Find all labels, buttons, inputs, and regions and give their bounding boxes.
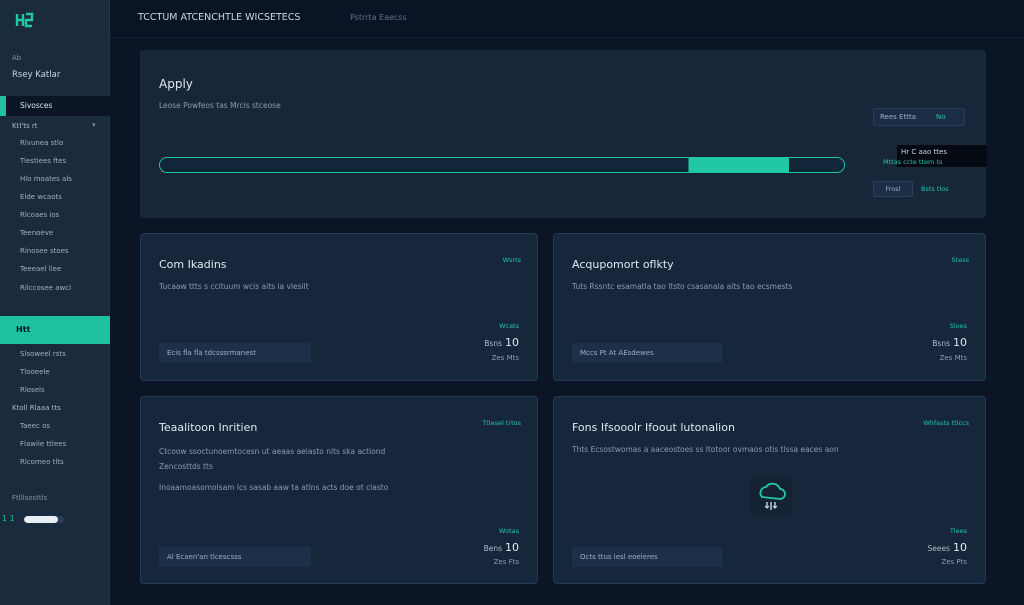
value-number: 10 <box>505 541 519 554</box>
card-small-label: Tlees <box>949 527 967 535</box>
sidebar-item[interactable]: Slsoweel rsts <box>20 350 66 358</box>
card-tag[interactable]: Stess <box>952 256 969 264</box>
value-label: Seees <box>927 544 950 553</box>
card-description: Thts Ecsostwomas a aaceostoes ss ltotoor… <box>572 445 839 454</box>
card-sub-label: Zes Mts <box>939 354 967 362</box>
card-value: Bsns 10 <box>484 336 519 349</box>
sidebar-item-label: Htt <box>16 325 31 334</box>
sidebar-item-label: Sivosces <box>20 101 53 110</box>
status-chip[interactable]: Rees Ettta No <box>873 108 965 126</box>
card-small-label: Wcats <box>499 322 519 330</box>
sidebar-item[interactable]: Taeec os <box>20 422 50 430</box>
top-bar: TCCTUM ATCENCHTLE WICSETECS Pstrrta Eaec… <box>110 0 1024 38</box>
tooltip: Hr C aao ttes Mttas ccte ttem ts <box>883 145 987 167</box>
card-title: Fons Ifsooolr Ifoout lutonalion <box>572 421 735 434</box>
chip-value: No <box>936 113 946 121</box>
card-tag[interactable]: Whfasts ttlccs <box>923 419 969 427</box>
sidebar-item[interactable]: Rlosels <box>20 386 45 394</box>
card-acqupomort: Acqupomort oflkty Stess Tuts Rssntc esam… <box>553 233 986 381</box>
action-link[interactable]: Bsts tlos <box>921 185 949 193</box>
card-value: Seees 10 <box>927 541 967 554</box>
card-teaalitoon: Teaalitoon Inritien Ttlesel trtos Ctcoow… <box>140 396 538 584</box>
card-button[interactable]: Ecis fla fla tdcsssrmanest <box>159 343 311 363</box>
panel-title: Apply <box>159 77 193 91</box>
card-title: Com Ikadins <box>159 258 227 271</box>
card-button[interactable]: Al Ecaen'an tlcescsss <box>159 547 311 567</box>
sidebar: Ab Rsey Katlar Sivosces Ktl'ts rt ▾ Rlvu… <box>0 0 110 605</box>
sidebar-footer-caption: Ftlllsosttls <box>12 494 48 502</box>
card-button[interactable]: Octs ttus iesl eoeleres <box>572 547 722 567</box>
sidebar-progress-bar <box>24 516 64 523</box>
tooltip-subtext: Mttas ccte ttem ts <box>883 158 943 166</box>
card-title: Teaalitoon Inritien <box>159 421 258 434</box>
sidebar-item-active[interactable]: Sivosces <box>0 96 110 116</box>
panel-description: Leose Powfeos tas Mrcis stceose <box>159 101 281 110</box>
tooltip-text: Hr C aao ttes <box>901 148 948 156</box>
value-label: Bens <box>483 544 502 553</box>
card-fons-ifsooolr: Fons Ifsooolr Ifoout lutonalion Whfasts … <box>553 396 986 584</box>
progress-fill <box>24 516 58 523</box>
card-sub-label: Zes Fts <box>493 558 519 566</box>
cloud-icon <box>750 477 792 515</box>
value-label: Bsns <box>932 339 950 348</box>
sidebar-item[interactable]: Rinosee stoes <box>20 247 69 255</box>
sidebar-group-3[interactable]: Ktoll Rlaaa tts <box>12 404 61 412</box>
card-button[interactable]: Mccs Pt At AEsdewes <box>572 343 722 363</box>
sidebar-item[interactable]: Flawiie ttlees <box>20 440 66 448</box>
progress-fill <box>160 158 790 172</box>
card-small-label: Wotas <box>499 527 519 535</box>
card-sub-label: Zes Pts <box>941 558 967 566</box>
sidebar-item[interactable]: Rlcomeo tlts <box>20 458 64 466</box>
sidebar-item[interactable]: Teeeael llee <box>20 265 61 273</box>
chip-label: Rees Ettta <box>880 113 916 121</box>
progress-label: 1 1 <box>2 514 15 523</box>
sidebar-item[interactable]: Elde wcaots <box>20 193 62 201</box>
action-button[interactable]: Frosl <box>873 181 913 197</box>
sidebar-caption: Ab <box>12 54 22 62</box>
card-value: Bsns 10 <box>932 336 967 349</box>
card-tag[interactable]: Wsrts <box>503 256 521 264</box>
apply-progress-bar <box>159 157 845 173</box>
card-description: Tucaaw ttts s ccituum wcis aits ia vlesi… <box>159 282 309 291</box>
card-description: Zencosttds tts <box>159 462 213 471</box>
card-title: Acqupomort oflkty <box>572 258 674 271</box>
sidebar-item[interactable]: Tiestiees ftes <box>20 157 66 165</box>
value-label: Bsns <box>484 339 502 348</box>
value-number: 10 <box>505 336 519 349</box>
sidebar-item[interactable]: Rlvunea stlo <box>20 139 63 147</box>
sidebar-group-1[interactable]: Ktl'ts rt <box>12 122 37 130</box>
card-com-ikadins: Com Ikadins Wsrts Tucaaw ttts s ccituum … <box>140 233 538 381</box>
sidebar-item[interactable]: Rilccosee awcl <box>20 284 71 292</box>
value-number: 10 <box>953 336 967 349</box>
card-tag[interactable]: Ttlesel trtos <box>482 419 521 427</box>
sidebar-item[interactable]: Hlo moates als <box>20 175 72 183</box>
value-number: 10 <box>953 541 967 554</box>
apply-panel: Apply Leose Powfeos tas Mrcis stceose Re… <box>140 50 987 218</box>
chevron-down-icon[interactable]: ▾ <box>92 121 96 129</box>
sidebar-item[interactable]: Tlooeele <box>20 368 50 376</box>
sidebar-item[interactable]: Rlcoaes ios <box>20 211 59 219</box>
sidebar-item-highlighted[interactable]: Htt <box>0 316 110 344</box>
card-description: Ctcoow ssoctunoemtocesn ut aeaas aeiasto… <box>159 447 386 456</box>
page-title: TCCTUM ATCENCHTLE WICSETECS <box>138 12 301 23</box>
card-value: Bens 10 <box>484 541 519 554</box>
card-sub-label: Zes Mts <box>491 354 519 362</box>
sidebar-item[interactable]: Teenoeve <box>20 229 53 237</box>
card-description: Tuts Rssntc esamatla tao ltsto csasanala… <box>572 282 793 291</box>
card-small-label: Sloes <box>949 322 967 330</box>
sidebar-title: Rsey Katlar <box>12 70 61 80</box>
app-logo-icon[interactable] <box>14 10 34 30</box>
page-subtitle[interactable]: Pstrrta Eaecss <box>350 13 407 22</box>
card-description: Inoaamoasomolsam lcs sasab aaw ta atlns … <box>159 483 389 492</box>
